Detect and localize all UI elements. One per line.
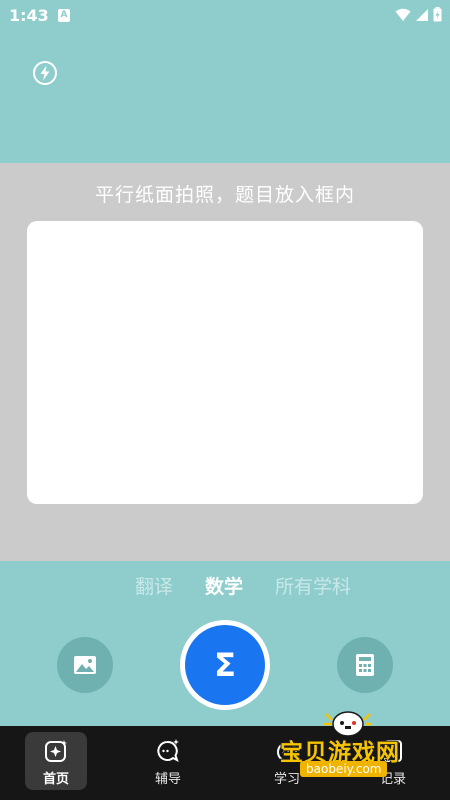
subject-tabs: 翻译 数学 所有学科 [0, 572, 450, 602]
calculator-icon [356, 654, 374, 676]
nav-label-tutoring: 辅导 [154, 772, 181, 787]
gallery-button[interactable] [57, 637, 113, 693]
nav-label-home: 首页 [42, 772, 69, 787]
battery-icon [433, 7, 442, 22]
tab-translate[interactable]: 翻译 [135, 572, 173, 599]
camera-hint: 平行纸面拍照，题目放入框内 [94, 184, 355, 206]
wifi-icon [395, 8, 411, 21]
cellular-signal-icon [416, 8, 428, 21]
tab-math[interactable]: 数学 [205, 572, 243, 599]
status-icons [395, 7, 442, 22]
tab-all-subjects[interactable]: 所有学科 [275, 572, 351, 599]
notification-badge-icon: A [58, 9, 70, 22]
status-time: 1:43 [9, 6, 49, 25]
calculator-button[interactable] [337, 637, 393, 693]
flash-toggle[interactable] [30, 58, 60, 88]
chat-sparkle-icon [157, 739, 179, 762]
gallery-image-icon [74, 656, 96, 674]
home-sparkle-icon [45, 740, 67, 762]
shutter-button[interactable]: Σ [185, 625, 265, 705]
capture-frame [27, 221, 423, 504]
status-bar: 1:43 A [0, 0, 450, 32]
sigma-icon: Σ [214, 646, 236, 684]
nav-item-tutoring[interactable]: 辅导 [137, 732, 199, 790]
watermark-url: baobeiy.com [300, 761, 388, 777]
flash-auto-icon [33, 61, 57, 85]
nav-item-home[interactable]: 首页 [25, 732, 87, 790]
